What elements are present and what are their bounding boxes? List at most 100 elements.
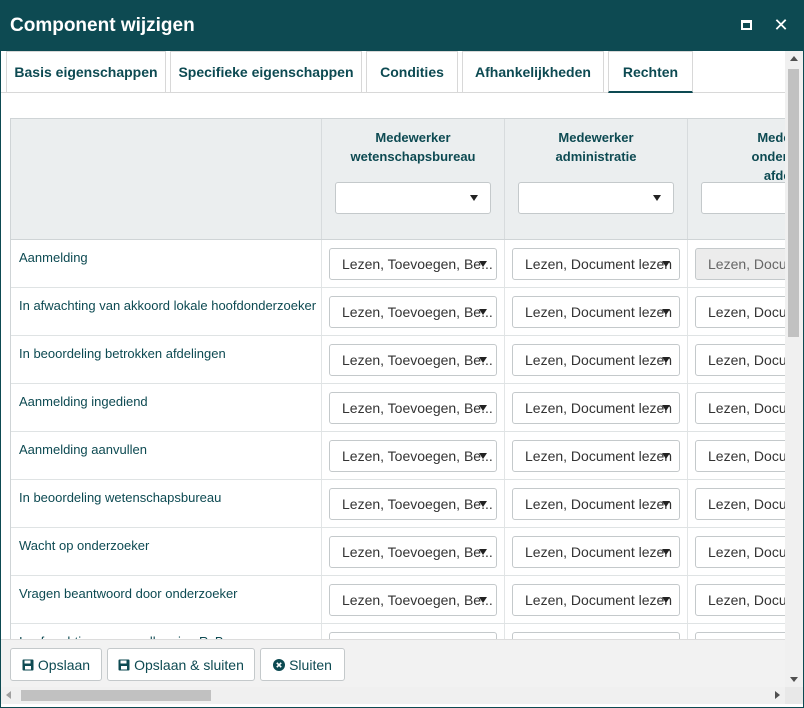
column-header-label: Medewerker administratie [505,128,687,166]
row-label: Vragen beantwoord door onderzoeker [19,586,238,601]
permission-select[interactable]: Lezen, Toevoegen, Be... [329,440,497,472]
maximize-icon [740,20,752,30]
caret-down-icon [479,261,487,267]
permission-select[interactable]: Lezen, Toevoegen, Be... [329,584,497,616]
column-header-line: administratie [555,149,637,164]
permission-select[interactable]: Lezen, Toevoegen, Be... [329,488,497,520]
scroll-down-arrow-icon[interactable] [790,677,798,682]
column-header: Medewondersteafdel [687,119,785,239]
table-cell: Lezen, Document lezen [504,288,687,335]
table-cell: Lezen, Toevoegen, Be... [321,240,504,287]
permission-value: Lezen, Document lezen [525,592,673,608]
permission-select[interactable]: Lezen, Docum [695,488,785,520]
column-header-label: Medewondersteafdel [688,128,785,185]
permission-select[interactable]: Lezen, Document lezen [512,296,680,328]
permission-value: Lezen, Docum [708,352,785,368]
table-cell: Lezen, Toevoegen, Be... [321,528,504,575]
scrollbar-corner [785,687,803,704]
vertical-scroll-thumb[interactable] [788,69,799,337]
tab-label: Rechten [622,63,679,80]
sluiten-button[interactable]: Sluiten [260,648,345,681]
table-row: In afwachting van akkoord lokale hoofdon… [11,288,785,336]
permission-select[interactable]: Lezen, Docum [695,392,785,424]
caret-down-icon [479,501,487,507]
caret-down-icon [470,195,478,201]
horizontal-scrollbar[interactable] [1,687,785,704]
permission-value: Lezen, Docum [708,304,785,320]
row-label: Aanmelding ingediend [19,394,148,409]
column-filter-select[interactable] [335,182,491,214]
header-corner-cell [11,119,321,239]
column-filter-select[interactable] [518,182,674,214]
caret-down-icon [662,453,670,459]
horizontal-scroll-thumb[interactable] [21,690,211,701]
dialog-footer: Opslaan Opslaan & sluiten Sluiten [1,639,785,687]
table-cell: Lezen, Toevoegen, Be... [321,336,504,383]
table-cell: Lezen, Toevoegen, Be... [321,480,504,527]
table-row: In afwachting van goedkeuring RvB [11,624,785,639]
maximize-button[interactable] [736,15,756,35]
permission-select[interactable]: Lezen, Toevoegen, Be... [329,536,497,568]
scroll-right-arrow-icon[interactable] [775,691,780,699]
permission-select[interactable]: Lezen, Docum [695,440,785,472]
scroll-up-arrow-icon[interactable] [790,56,798,61]
permission-select[interactable]: Lezen, Document lezen [512,344,680,376]
row-label: Wacht op onderzoeker [19,538,150,553]
permission-value: Lezen, Document lezen [525,544,673,560]
table-cell: Lezen, Docum [687,480,785,527]
table-cell: Lezen, Docum [687,336,785,383]
permission-value: Lezen, Toevoegen, Be... [342,448,493,464]
permission-select[interactable]: Lezen, Document lezen [512,488,680,520]
tab-specifieke-eigenschappen[interactable]: Specifieke eigenschappen [170,51,362,92]
permission-select[interactable]: Lezen, Toevoegen, Be... [329,248,497,280]
caret-down-icon [662,357,670,363]
tab-basis-eigenschappen[interactable]: Basis eigenschappen [6,51,166,92]
permission-select[interactable]: Lezen, Document lezen [512,584,680,616]
permission-value: Lezen, Toevoegen, Be... [342,256,493,272]
permission-select[interactable]: Lezen, Docum [695,248,785,280]
permission-select[interactable]: Lezen, Docum [695,536,785,568]
table-row: Aanmelding ingediend Lezen, Toevoegen, Be… [11,384,785,432]
permission-select[interactable]: Lezen, Toevoegen, Be... [329,392,497,424]
permission-select[interactable]: Lezen, Toevoegen, Be... [329,296,497,328]
permission-select[interactable] [329,632,497,639]
close-button[interactable]: ✕ [771,15,791,35]
row-label: In beoordeling wetenschapsbureau [19,490,222,505]
table-cell: Lezen, Document lezen [504,528,687,575]
permission-select[interactable]: Lezen, Docum [695,584,785,616]
permission-select[interactable]: Lezen, Toevoegen, Be... [329,344,497,376]
tab-condities[interactable]: Condities [366,51,458,92]
tab-rechten[interactable]: Rechten [608,51,693,93]
table-cell: Lezen, Docum [687,240,785,287]
permission-select[interactable] [695,632,785,639]
button-label: Sluiten [289,656,332,673]
tab-label: Specifieke eigenschappen [178,64,354,80]
caret-down-icon [479,597,487,603]
permission-select[interactable]: Lezen, Document lezen [512,392,680,424]
permission-value: Lezen, Docum [708,400,785,416]
opslaan-sluiten-button[interactable]: Opslaan & sluiten [107,648,255,681]
table-row: Vragen beantwoord door onderzoeker Lezen,… [11,576,785,624]
column-filter-select[interactable] [701,182,785,214]
column-header-line: Medew [757,130,785,145]
permission-select[interactable] [512,632,680,639]
vertical-scrollbar[interactable] [785,51,803,687]
scroll-left-arrow-icon[interactable] [6,691,11,699]
permission-select[interactable]: Lezen, Document lezen [512,536,680,568]
permission-select[interactable]: Lezen, Docum [695,296,785,328]
opslaan-button[interactable]: Opslaan [10,648,102,681]
column-header: Medewerker administratie [504,119,687,239]
permission-select[interactable]: Lezen, Document lezen [512,440,680,472]
save-icon [118,659,130,671]
table-cell: Lezen, Docum [687,288,785,335]
table-cell: Lezen, Docum [687,432,785,479]
permission-value: Lezen, Toevoegen, Be... [342,544,493,560]
tab-label: Basis eigenschappen [14,64,158,80]
column-header-line: onderste [751,149,785,164]
table-cell [504,624,687,639]
table-cell: Lezen, Toevoegen, Be... [321,288,504,335]
permission-select[interactable]: Lezen, Docum [695,344,785,376]
tab-afhankelijkheden[interactable]: Afhankelijkheden [462,51,604,92]
permission-select[interactable]: Lezen, Document lezen [512,248,680,280]
table-cell: Lezen, Document lezen [504,576,687,623]
